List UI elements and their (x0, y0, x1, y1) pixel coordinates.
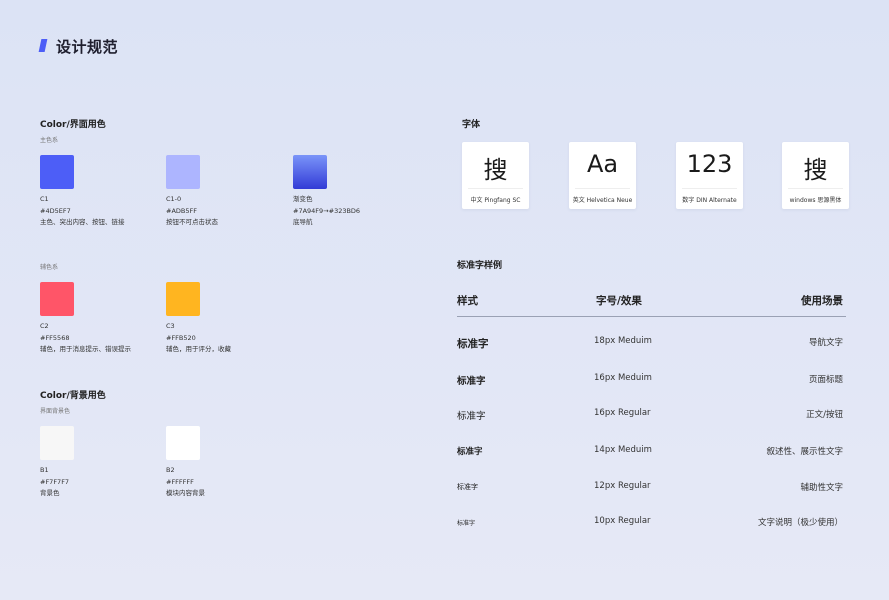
type-size-10: 10px Regular (594, 516, 651, 526)
card-divider (575, 188, 630, 189)
swatch-hex: #FFFFFF (166, 477, 194, 486)
type-usage-10: 文字说明（极少使用） (757, 518, 843, 528)
title-accent-bar (38, 39, 48, 52)
color-chip (166, 426, 200, 460)
swatch-hex: #F7F7F7 (40, 477, 70, 486)
swatch-b2: B2 #FFFFFF 模块内容背景 (166, 426, 205, 500)
swatch-id: C1 (40, 195, 49, 203)
font-card-number: 123 数字 DIN Alternate (676, 142, 743, 209)
type-sample-12: 标准字 (457, 483, 478, 491)
swatch-usage: 辅色，用于消息提示、错误提示 (40, 345, 131, 353)
type-size-16r: 16px Regular (594, 408, 651, 418)
swatch-c3: C3 #FFB520 辅色，用于评分，收藏 (166, 282, 231, 356)
swatch-id: 渐变色 (293, 195, 313, 203)
card-divider (788, 188, 843, 189)
swatch-hex: #FF5568 (40, 333, 70, 342)
color-chip (40, 155, 74, 189)
type-size-16m: 16px Meduim (594, 373, 652, 383)
swatch-id: C3 (166, 322, 175, 330)
page-title: 设计规范 (56, 38, 119, 56)
font-caption: 中文 Pingfang SC (470, 197, 521, 204)
color-chip (166, 155, 200, 189)
swatch-usage: 背景色 (40, 489, 60, 497)
type-sample-18: 标准字 (457, 338, 489, 350)
type-usage-16m: 页面标题 (808, 375, 843, 385)
swatch-hex: #4D5EF7 (40, 206, 71, 215)
swatch-gradient: 渐变色 #7A94F9→#323BD6 底导航 (293, 155, 360, 229)
secondary-group-label: 辅色系 (40, 264, 59, 271)
font-caption: 英文 Helvetica Neue (572, 197, 633, 204)
swatch-hex: #7A94F9→#323BD6 (293, 206, 361, 215)
swatch-usage: 按钮不可点击状态 (166, 218, 218, 226)
swatch-id: B2 (166, 466, 175, 474)
header-style: 样式 (457, 295, 478, 307)
table-header-divider (457, 316, 846, 317)
color-section-title: Color/界面用色 (40, 120, 106, 130)
swatch-usage: 主色、突出内容、按钮、链接 (40, 218, 125, 226)
bg-group-label: 界面背景色 (40, 408, 71, 415)
type-usage-12: 辅助性文字 (800, 483, 843, 493)
card-divider (682, 188, 737, 189)
swatch-id: C1-0 (166, 195, 182, 203)
font-card-english: Aa 英文 Helvetica Neue (569, 142, 636, 209)
color-chip (40, 282, 74, 316)
swatch-b1: B1 #F7F7F7 背景色 (40, 426, 74, 500)
font-glyph: 123 (686, 150, 733, 178)
swatch-c2: C2 #FF5568 辅色，用于消息提示、错误提示 (40, 282, 131, 356)
swatch-id: B1 (40, 466, 49, 474)
swatch-usage: 辅色，用于评分，收藏 (166, 345, 231, 353)
primary-group-label: 主色系 (40, 137, 59, 144)
font-caption: 数字 DIN Alternate (682, 197, 737, 204)
color-chip (293, 155, 327, 189)
type-sample-16m: 标准字 (457, 376, 486, 387)
font-caption: windows 思源黑体 (789, 197, 842, 204)
card-divider (468, 188, 523, 189)
font-glyph: 搜 (803, 156, 828, 184)
type-section-title: 标准字样例 (457, 261, 503, 271)
swatch-hex: #ADB5FF (166, 206, 197, 215)
type-usage-16r: 正文/按钮 (806, 410, 843, 420)
color-chip (166, 282, 200, 316)
type-sample-10: 标准字 (457, 520, 476, 527)
header-usage: 使用场景 (801, 295, 843, 307)
font-glyph: 搜 (483, 156, 508, 184)
swatch-c1-0: C1-0 #ADB5FF 按钮不可点击状态 (166, 155, 218, 229)
color-chip (40, 426, 74, 460)
font-glyph: Aa (586, 150, 619, 178)
font-card-windows: 搜 windows 思源黑体 (782, 142, 849, 209)
type-usage-18: 导航文字 (808, 338, 843, 348)
type-usage-14: 叙述性、展示性文字 (766, 447, 843, 457)
type-size-14: 14px Meduim (594, 445, 652, 455)
swatch-c1: C1 #4D5EF7 主色、突出内容、按钮、链接 (40, 155, 125, 229)
swatch-usage: 模块内容背景 (166, 489, 205, 497)
type-size-18: 18px Meduim (594, 336, 652, 346)
font-section-title: 字体 (462, 120, 481, 130)
swatch-usage: 底导航 (293, 218, 313, 226)
font-card-chinese: 搜 中文 Pingfang SC (462, 142, 529, 209)
bg-section-title: Color/背景用色 (40, 391, 106, 401)
swatch-hex: #FFB520 (166, 333, 196, 342)
type-sample-16r: 标准字 (457, 411, 486, 422)
header-size: 字号/效果 (596, 295, 642, 307)
type-size-12: 12px Regular (594, 481, 651, 491)
swatch-id: C2 (40, 322, 49, 330)
type-sample-14: 标准字 (457, 447, 483, 457)
